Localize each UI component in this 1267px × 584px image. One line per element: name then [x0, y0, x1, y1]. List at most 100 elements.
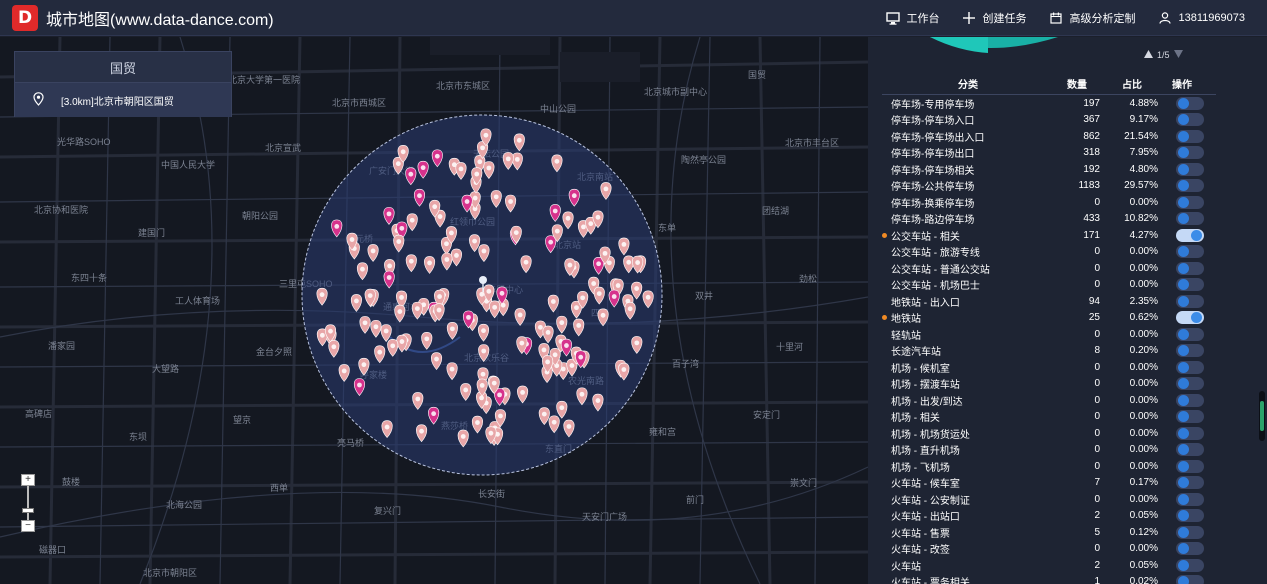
table-row: 火车站 - 公安制证 0 0.00% [882, 491, 1216, 508]
row-count: 1183 [1078, 180, 1100, 192]
row-count: 2 [1094, 559, 1100, 571]
search-result-item[interactable]: [3.0km]北京市朝阳区国贸 [15, 83, 231, 117]
row-count: 0 [1094, 444, 1100, 456]
active-indicator-dot [882, 315, 887, 321]
row-action [1158, 558, 1216, 572]
category-toggle[interactable] [1176, 459, 1204, 473]
row-count: 2 [1094, 510, 1100, 522]
row-category-label: 机场 - 出发/到达 [891, 396, 963, 408]
category-toggle[interactable] [1176, 129, 1204, 143]
row-ratio: 2.35% [1129, 295, 1158, 307]
table-row: 停车场-换乘停车场 0 0.00% [882, 194, 1216, 211]
category-toggle[interactable] [1176, 245, 1204, 259]
row-action [1158, 162, 1216, 176]
nav-workbench-label: 工作台 [906, 13, 940, 25]
plus-icon [962, 11, 976, 25]
row-action [1158, 360, 1216, 374]
map-canvas[interactable]: 朝阳区外东北首都体育馆北京大学第一医院北京市西城区北京市东城区中山公园北京城市副… [0, 37, 868, 584]
category-toggle[interactable] [1176, 294, 1204, 308]
table-row: 停车场-停车场出口 318 7.95% [882, 145, 1216, 162]
row-action [1158, 344, 1216, 358]
row-ratio: 0.62% [1129, 312, 1158, 324]
row-count: 5 [1094, 526, 1100, 538]
zoom-slider-handle[interactable] [22, 508, 34, 513]
category-toggle[interactable] [1176, 525, 1204, 539]
category-toggle[interactable] [1176, 96, 1204, 110]
category-toggle[interactable] [1176, 393, 1204, 407]
category-toggle[interactable] [1176, 228, 1204, 242]
category-toggle[interactable] [1176, 146, 1204, 160]
category-toggle[interactable] [1176, 558, 1204, 572]
category-toggle[interactable] [1176, 410, 1204, 424]
category-toggle[interactable] [1176, 179, 1204, 193]
nav-create-task-label: 创建任务 [982, 13, 1027, 25]
nav-workbench[interactable]: 工作台 [885, 10, 940, 26]
row-count: 7 [1094, 477, 1100, 489]
zoom-in-button[interactable]: + [21, 474, 35, 486]
row-action [1158, 509, 1216, 523]
category-toggle[interactable] [1176, 542, 1204, 556]
toggle-knob [1178, 477, 1189, 489]
category-toggle[interactable] [1176, 212, 1204, 226]
category-toggle[interactable] [1176, 443, 1204, 457]
category-toggle[interactable] [1176, 426, 1204, 440]
toggle-knob [1178, 246, 1189, 258]
row-category-label: 机场 - 相关 [891, 413, 940, 425]
row-category: 机场 - 机场货运处 [882, 426, 1054, 441]
nav-advanced-analysis-label: 高级分析定制 [1069, 13, 1136, 25]
row-category: 公交车站 - 旅游专线 [882, 244, 1054, 259]
row-category: 地铁站 [882, 310, 1054, 325]
search-result-label: [3.0km]北京市朝阳区国贸 [61, 96, 174, 108]
row-category: 停车场-停车场入口 [882, 112, 1054, 127]
zoom-out-button[interactable]: − [21, 520, 35, 532]
row-category-label: 公交车站 - 旅游专线 [891, 248, 980, 260]
category-toggle[interactable] [1176, 476, 1204, 490]
panel-scrollbar[interactable] [1259, 391, 1265, 441]
toggle-knob [1178, 295, 1189, 307]
row-count: 0 [1094, 328, 1100, 340]
table-row: 停车场-停车场入口 367 9.17% [882, 112, 1216, 129]
panel-scrollbar-thumb[interactable] [1260, 401, 1264, 431]
category-toggle[interactable] [1176, 261, 1204, 275]
category-toggle[interactable] [1176, 360, 1204, 374]
category-toggle[interactable] [1176, 377, 1204, 391]
category-toggle[interactable] [1176, 575, 1204, 584]
category-toggle[interactable] [1176, 344, 1204, 358]
row-category: 公交车站 - 普通公交站 [882, 261, 1054, 276]
row-category-label: 停车场-换乘停车场 [891, 198, 975, 210]
row-count: 8 [1094, 345, 1100, 357]
row-count: 0 [1094, 378, 1100, 390]
category-toggle[interactable] [1176, 162, 1204, 176]
toggle-knob [1178, 543, 1189, 555]
category-toggle[interactable] [1176, 278, 1204, 292]
nav-user-account[interactable]: 13811969073 [1158, 11, 1245, 25]
nav-advanced-analysis[interactable]: 高级分析定制 [1049, 10, 1136, 26]
row-action [1158, 228, 1216, 242]
category-toggle[interactable] [1176, 311, 1204, 325]
category-toggle[interactable] [1176, 492, 1204, 506]
pager-prev-icon[interactable] [1144, 50, 1153, 60]
category-toggle[interactable] [1176, 195, 1204, 209]
row-category: 火车站 - 票务相关 [882, 574, 1054, 584]
row-action [1158, 476, 1216, 490]
row-count: 0 [1094, 411, 1100, 423]
nav-create-task[interactable]: 创建任务 [962, 10, 1027, 26]
row-count: 0 [1094, 361, 1100, 373]
zoom-slider[interactable] [22, 486, 34, 520]
row-action [1158, 426, 1216, 440]
row-category: 火车站 - 候车室 [882, 475, 1054, 490]
row-action [1158, 575, 1216, 584]
row-category: 机场 - 相关 [882, 409, 1054, 424]
table-row: 停车场-停车场相关 192 4.80% [882, 161, 1216, 178]
pager-next-icon[interactable] [1173, 50, 1183, 60]
row-category-label: 火车站 - 改签 [891, 545, 950, 557]
category-toggle[interactable] [1176, 327, 1204, 341]
row-ratio: 0.00% [1129, 444, 1158, 456]
category-toggle[interactable] [1176, 509, 1204, 523]
category-toggle[interactable] [1176, 113, 1204, 127]
row-action [1158, 261, 1216, 275]
row-count: 0 [1094, 279, 1100, 291]
row-action [1158, 443, 1216, 457]
toggle-knob [1178, 378, 1189, 390]
row-ratio: 0.12% [1129, 526, 1158, 538]
